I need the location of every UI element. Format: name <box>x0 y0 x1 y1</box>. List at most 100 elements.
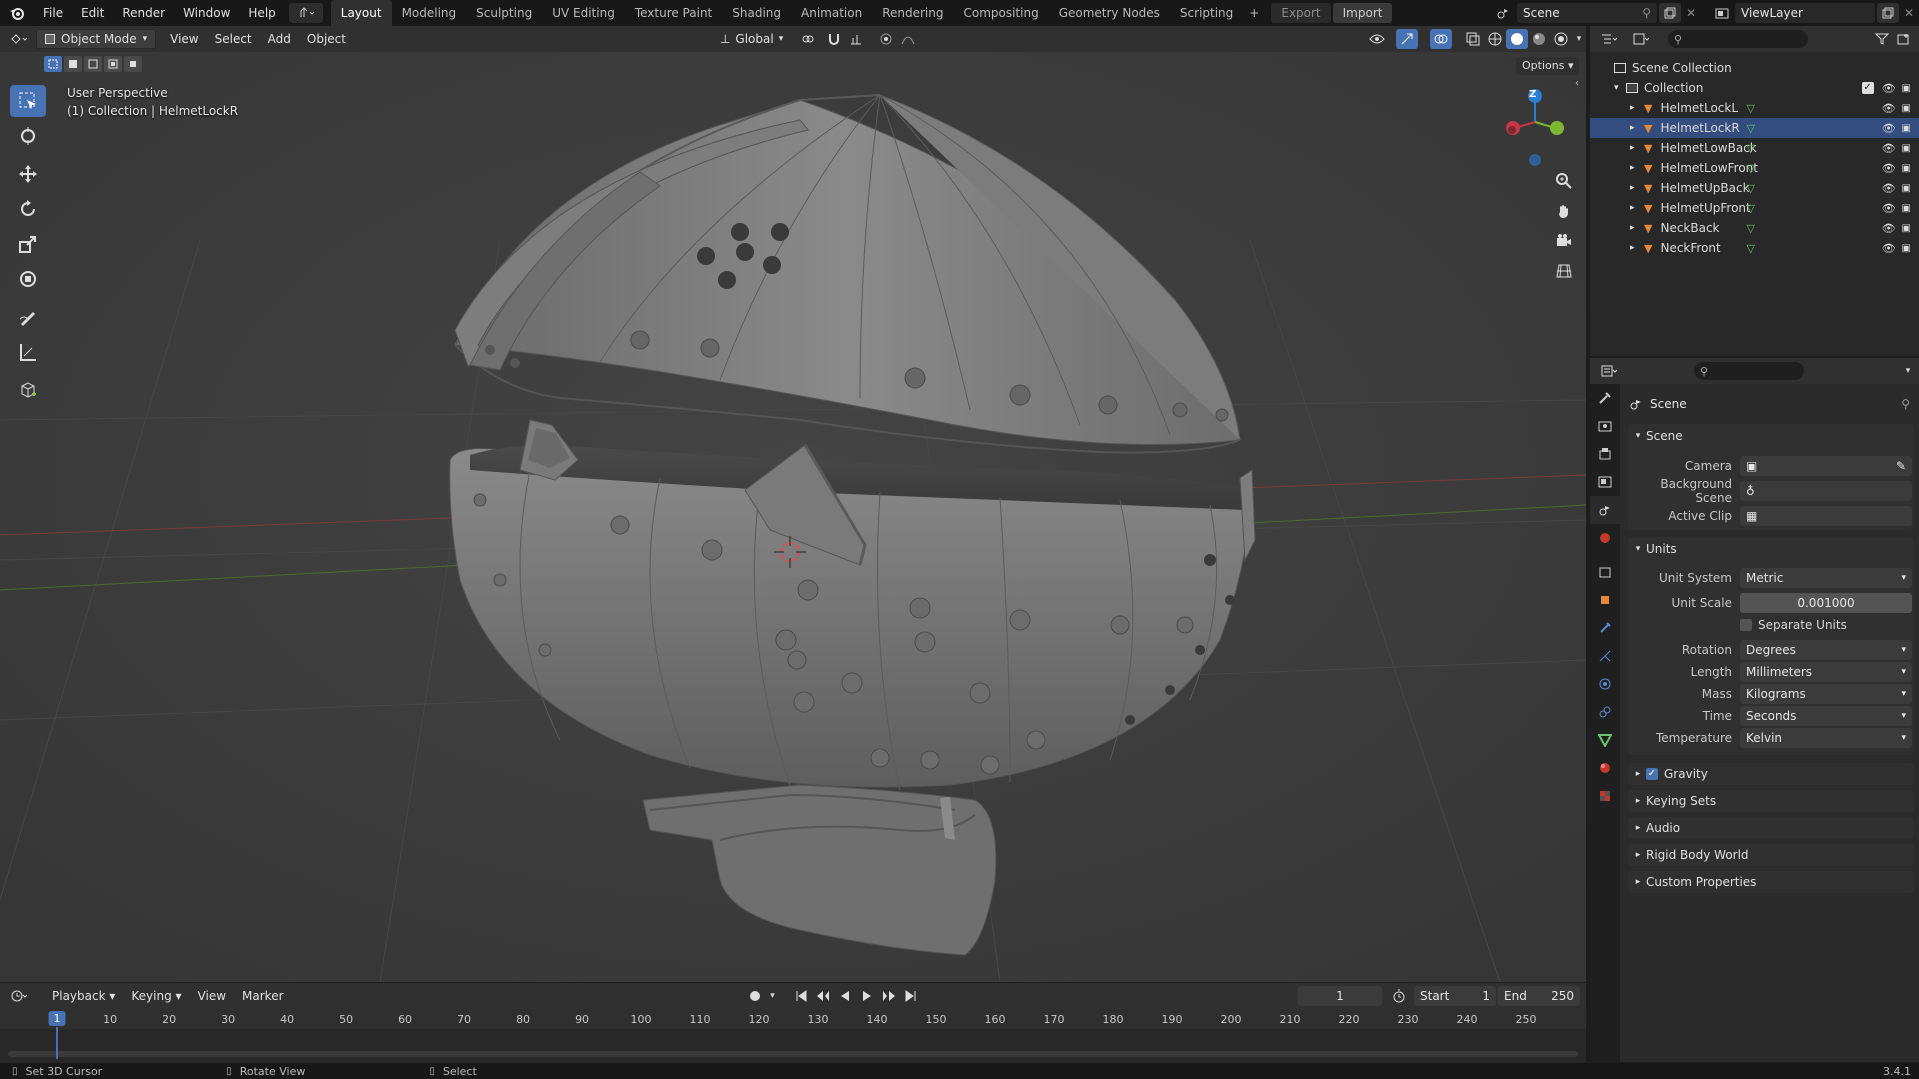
playback-menu[interactable]: Playback ▾ <box>44 986 123 1006</box>
rendered-shading-icon[interactable] <box>1550 29 1572 49</box>
viewport-scene[interactable] <box>0 52 1586 982</box>
mesh-data-icon[interactable]: ▽ <box>1746 182 1754 195</box>
mass-dropdown[interactable]: Kilograms ▾ <box>1740 684 1912 704</box>
expand-icon[interactable]: ▸ <box>1630 143 1644 153</box>
tab-animation[interactable]: Animation <box>791 0 872 26</box>
outliner-item-helmetlockr[interactable]: ▸ ▼ HelmetLockR ▽ 👁 ▣ <box>1590 118 1919 138</box>
select-invert-icon[interactable] <box>104 56 122 72</box>
camera-render-icon[interactable]: ▣ <box>1902 83 1911 94</box>
transform-tool-icon[interactable] <box>10 263 46 295</box>
current-frame-field[interactable]: 1 <box>1298 986 1382 1006</box>
expand-icon[interactable]: ▸ <box>1630 243 1644 253</box>
mesh-data-icon[interactable]: ▽ <box>1746 242 1754 255</box>
expand-icon[interactable]: ▸ <box>1630 103 1644 113</box>
time-dropdown[interactable]: Seconds ▾ <box>1740 706 1912 726</box>
camera-render-icon[interactable]: ▣ <box>1902 123 1911 134</box>
keying-set-icon[interactable]: ▾ <box>766 986 780 1006</box>
add-workspace-icon[interactable]: + <box>1243 0 1265 26</box>
mesh-data-icon[interactable]: ▽ <box>1746 122 1754 135</box>
length-dropdown[interactable]: Millimeters ▾ <box>1740 662 1912 682</box>
separate-units-checkbox[interactable] <box>1740 619 1752 631</box>
eye-icon[interactable]: 👁 <box>1882 82 1896 95</box>
outliner-item-helmetupback[interactable]: ▸ ▼ HelmetUpBack ▽ 👁 ▣ <box>1590 178 1919 198</box>
annotate-tool-icon[interactable] <box>10 301 46 333</box>
camera-field[interactable]: ▣ ✎ <box>1740 456 1912 476</box>
options-dropdown[interactable]: Options ▾ <box>1516 57 1580 75</box>
camera-render-icon[interactable]: ▣ <box>1902 223 1911 234</box>
constraints-tab-icon[interactable] <box>1590 698 1620 726</box>
record-icon[interactable] <box>744 986 766 1006</box>
menu-select[interactable]: Select <box>207 29 260 49</box>
transform-orientation-dropdown[interactable]: ⊥ Global ▾ <box>712 29 791 49</box>
physics-tab-icon[interactable] <box>1590 670 1620 698</box>
scene-icon[interactable] <box>1489 3 1517 23</box>
visibility-icon[interactable] <box>1366 29 1388 49</box>
rotation-dropdown[interactable]: Degrees ▾ <box>1740 640 1912 660</box>
view-layer-icon[interactable] <box>1709 7 1735 19</box>
eye-icon[interactable]: 👁 <box>1882 242 1896 255</box>
ortho-grid-icon[interactable] <box>1553 260 1575 282</box>
texture-tab-icon[interactable] <box>1590 782 1620 810</box>
eye-icon[interactable]: 👁 <box>1882 142 1896 155</box>
properties-editor-icon[interactable] <box>1598 361 1620 381</box>
modifier-tab-icon[interactable] <box>1590 614 1620 642</box>
select-box-tool-icon[interactable] <box>10 85 46 117</box>
unit-system-dropdown[interactable]: Metric ▾ <box>1740 568 1912 588</box>
upload-icon[interactable] <box>288 3 323 23</box>
camera-render-icon[interactable]: ▣ <box>1902 103 1911 114</box>
menu-help[interactable]: Help <box>239 0 284 26</box>
active-clip-field[interactable]: ▦ <box>1740 506 1912 526</box>
panel-custom-properties[interactable]: ▸ Custom Properties <box>1630 871 1912 893</box>
menu-window[interactable]: Window <box>174 0 239 26</box>
wireframe-shading-icon[interactable] <box>1484 29 1506 49</box>
panel-rigid-body-world[interactable]: ▸ Rigid Body World <box>1630 844 1912 866</box>
camera-render-icon[interactable]: ▣ <box>1902 143 1911 154</box>
cursor-tool-icon[interactable] <box>10 120 46 152</box>
scene-selector[interactable]: Scene ⚲ <box>1517 3 1657 23</box>
tab-layout[interactable]: Layout <box>330 0 392 26</box>
tab-shading[interactable]: Shading <box>722 0 791 26</box>
mesh-data-icon[interactable]: ▽ <box>1746 102 1754 115</box>
select-subtract-icon[interactable] <box>84 56 102 72</box>
xray-toggle-icon[interactable] <box>1462 29 1484 49</box>
rotate-tool-icon[interactable] <box>10 193 46 225</box>
eye-icon[interactable]: 👁 <box>1882 122 1896 135</box>
eye-icon[interactable]: 👁 <box>1882 182 1896 195</box>
menu-file[interactable]: File <box>34 0 72 26</box>
timeline-view-menu[interactable]: View <box>190 986 234 1006</box>
tab-geometry-nodes[interactable]: Geometry Nodes <box>1049 0 1170 26</box>
outliner-item-neckfront[interactable]: ▸ ▼ NeckFront ▽ 👁 ▣ <box>1590 238 1919 258</box>
marker-menu[interactable]: Marker <box>234 986 291 1006</box>
menu-edit[interactable]: Edit <box>72 0 113 26</box>
end-frame-field[interactable]: End 250 <box>1498 986 1580 1006</box>
particles-tab-icon[interactable] <box>1590 642 1620 670</box>
sidebar-toggle-icon[interactable]: ‹ <box>1575 78 1579 89</box>
select-intersect-icon[interactable] <box>124 56 142 72</box>
unit-scale-field[interactable]: 0.001000 <box>1740 593 1912 613</box>
menu-add[interactable]: Add <box>260 29 299 49</box>
solid-shading-icon[interactable] <box>1506 29 1528 49</box>
start-frame-field[interactable]: Start 1 <box>1414 986 1496 1006</box>
tab-uv-editing[interactable]: UV Editing <box>542 0 625 26</box>
material-tab-icon[interactable] <box>1590 754 1620 782</box>
play-reverse-icon[interactable] <box>834 986 856 1006</box>
expand-icon[interactable]: ▸ <box>1630 223 1644 233</box>
view-layer-tab-icon[interactable] <box>1590 468 1620 496</box>
collection-row[interactable]: ▾ Collection ✓ 👁 ▣ <box>1590 78 1919 98</box>
exclude-checkbox[interactable]: ✓ <box>1861 82 1874 94</box>
jump-end-icon[interactable] <box>900 986 922 1006</box>
properties-search[interactable]: ⚲ <box>1694 362 1804 380</box>
panel-keying-sets[interactable]: ▸ Keying Sets <box>1630 790 1912 812</box>
add-cube-tool-icon[interactable] <box>10 374 46 406</box>
outliner-item-helmetlockl[interactable]: ▸ ▼ HelmetLockL ▽ 👁 ▣ <box>1590 98 1919 118</box>
tab-texture-paint[interactable]: Texture Paint <box>625 0 722 26</box>
panel-gravity[interactable]: ▸ ✓ Gravity <box>1630 763 1912 785</box>
mode-selector[interactable]: Object Mode ▾ <box>36 29 157 49</box>
outliner-item-helmetlowback[interactable]: ▸ ▼ HelmetLowBack ▽ 👁 ▣ <box>1590 138 1919 158</box>
panel-audio[interactable]: ▸ Audio <box>1630 817 1912 839</box>
snap-icon[interactable] <box>823 29 845 49</box>
scene-collection-row[interactable]: Scene Collection <box>1590 58 1919 78</box>
move-tool-icon[interactable] <box>10 158 46 190</box>
stopwatch-icon[interactable] <box>1388 986 1410 1006</box>
eye-icon[interactable]: 👁 <box>1882 102 1896 115</box>
